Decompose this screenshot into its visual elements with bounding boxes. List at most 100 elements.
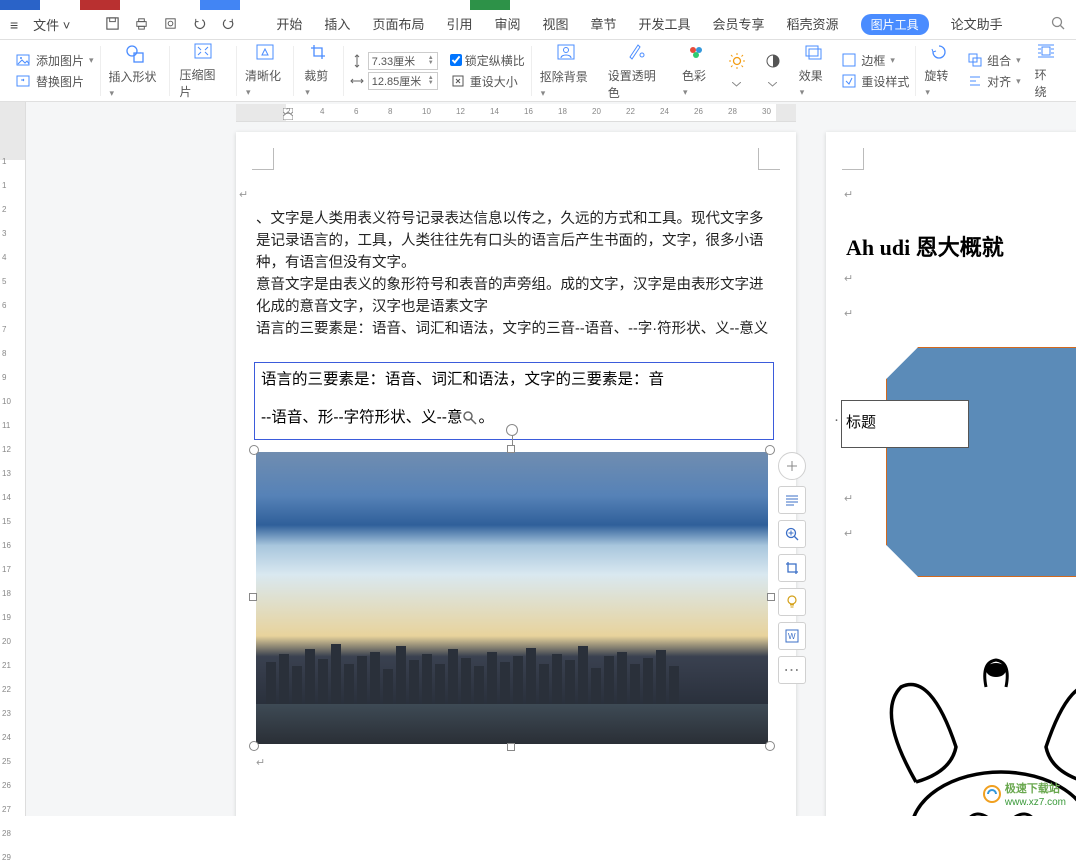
document-tabs[interactable] — [0, 0, 1076, 10]
idea-button[interactable] — [778, 588, 806, 616]
rotate-icon — [929, 43, 949, 64]
tab-chapter[interactable]: 章节 — [591, 14, 617, 35]
tab-view[interactable]: 视图 — [542, 14, 568, 35]
reset-size-icon — [450, 73, 466, 89]
tab-resource[interactable]: 稻壳资源 — [787, 14, 839, 35]
page-2[interactable]: ↵ Ah udi 恩大概就 ↵ ↵ 标题 ↵ ↵ — [826, 132, 1076, 816]
wrap-options-button[interactable] — [778, 486, 806, 514]
image-icon — [16, 52, 32, 68]
border-button[interactable]: 边框▾ — [841, 52, 909, 69]
doc-tab-3[interactable] — [200, 0, 240, 10]
color-button[interactable]: 色彩▾ — [674, 43, 719, 98]
paragraph-mark: ↵ — [844, 527, 853, 540]
height-input[interactable]: 7.33厘米▲▼ — [368, 52, 438, 70]
tab-picture-tools[interactable]: 图片工具 — [861, 14, 929, 35]
document-area[interactable]: 24681012141618202224262830 ↵ 、文字是人类用表义符号… — [26, 102, 1076, 816]
redo-icon[interactable] — [221, 16, 236, 34]
undo-icon[interactable] — [192, 16, 207, 34]
shape-icon — [124, 43, 146, 65]
svg-text:W: W — [788, 632, 796, 641]
color-icon — [686, 43, 706, 64]
contrast-button[interactable] — [755, 52, 791, 90]
text-box[interactable]: 语言的三要素是：语音、词汇和语法，文字的三要素是：音 --语音、形--字符形状、… — [254, 362, 774, 440]
replace-image-button[interactable]: 替换图片 — [16, 73, 94, 90]
tab-reference[interactable]: 引用 — [446, 14, 472, 35]
horizontal-ruler[interactable]: 24681012141618202224262830 — [236, 104, 796, 122]
ribbon: 添加图片▾ 替换图片 插入形状▾ 压缩图片 清晰化▾ 裁剪▾ 7.33厘米▲▼ — [0, 40, 1076, 102]
doc-tab-1[interactable] — [0, 0, 40, 10]
paragraph-mark: ↵ — [844, 272, 853, 285]
hamburger-icon[interactable]: ≡ — [10, 17, 18, 33]
page-1[interactable]: ↵ 、文字是人类用表义符号记录表达信息以传之，久远的方式和工具。现代文字多是记录… — [236, 132, 796, 816]
watermark: 极速下载站 www.xz7.com — [983, 780, 1066, 808]
add-image-button[interactable]: 添加图片▾ — [16, 52, 94, 69]
paragraph-mark: ↵ — [844, 188, 853, 201]
insert-shape-button[interactable]: 插入形状▾ — [101, 43, 169, 99]
compress-button[interactable]: 压缩图片 — [176, 42, 230, 100]
width-icon — [350, 74, 364, 88]
resize-handle-bm[interactable] — [507, 743, 515, 751]
doc-tab-4[interactable] — [470, 0, 510, 10]
replace-icon — [16, 73, 32, 89]
paragraph-mark: ↵ — [844, 492, 853, 505]
page2-heading[interactable]: Ah udi 恩大概就 — [846, 230, 1004, 262]
magnifier-icon — [462, 410, 478, 426]
wrap-button[interactable]: 环绕 — [1027, 42, 1066, 100]
brightness-button[interactable] — [719, 52, 755, 90]
tab-devtools[interactable]: 开发工具 — [639, 14, 691, 35]
sun-icon — [727, 52, 747, 73]
compress-icon — [193, 42, 213, 63]
paragraph-mark: ↵ — [256, 756, 265, 769]
lock-ratio-checkbox[interactable]: 锁定纵横比 — [450, 52, 525, 69]
layout-options-button[interactable] — [778, 452, 806, 480]
transparent-icon — [626, 41, 648, 64]
wrap-icon — [1036, 42, 1056, 63]
tab-thesis[interactable]: 论文助手 — [951, 14, 1003, 35]
zoom-button[interactable] — [778, 520, 806, 548]
print-preview-icon[interactable] — [163, 16, 178, 34]
reset-style-icon — [841, 73, 857, 89]
set-transparent-button[interactable]: 设置透明色 — [600, 41, 674, 101]
print-icon[interactable] — [134, 16, 149, 34]
crop-button[interactable]: 裁剪▾ — [300, 43, 336, 98]
paragraph-mark: ↵ — [844, 307, 853, 320]
watermark-logo — [983, 785, 1001, 803]
more-button[interactable]: ⋯ — [778, 656, 806, 684]
contrast-icon — [763, 52, 783, 73]
search-icon[interactable] — [1050, 18, 1066, 35]
reset-style-button[interactable]: 重设样式 — [841, 73, 909, 90]
file-menu[interactable]: 文件 ˅ — [33, 15, 70, 34]
tab-review[interactable]: 审阅 — [494, 14, 520, 35]
doc-tab-2[interactable] — [80, 0, 120, 10]
remove-bg-icon — [555, 42, 577, 65]
height-icon — [350, 54, 364, 68]
sharpen-button[interactable]: 清晰化▾ — [237, 43, 293, 98]
workspace: 1123456789101112131415161718192021222324… — [0, 102, 1076, 816]
tab-layout[interactable]: 页面布局 — [372, 14, 424, 35]
blue-shape[interactable] — [886, 347, 1076, 577]
tab-member[interactable]: 会员专享 — [713, 14, 765, 35]
menubar: ≡ 文件 ˅ 开始 插入 页面布局 引用 审阅 视图 章节 开发工具 会员专享 … — [0, 10, 1076, 40]
mini-textbox[interactable]: 标题 — [841, 400, 969, 448]
rotate-button[interactable]: 旋转▾ — [916, 43, 961, 98]
effect-button[interactable]: 效果▾ — [791, 43, 836, 98]
selected-image[interactable] — [256, 452, 768, 744]
resize-handle-mr[interactable] — [767, 593, 775, 601]
convert-button[interactable]: W — [778, 622, 806, 650]
vertical-ruler[interactable]: 1123456789101112131415161718192021222324… — [0, 102, 26, 816]
align-button[interactable]: 对齐▾ — [967, 73, 1021, 90]
width-input[interactable]: 12.85厘米▲▼ — [368, 72, 438, 90]
contrast-dd — [768, 76, 777, 90]
body-text[interactable]: 、文字是人类用表义符号记录表达信息以传之，久远的方式和工具。现代文字多是记录语言… — [256, 208, 776, 340]
save-icon[interactable] — [105, 16, 120, 34]
crop-button-float[interactable] — [778, 554, 806, 582]
brightness-dd — [732, 76, 741, 90]
tab-insert[interactable]: 插入 — [324, 14, 350, 35]
combine-button[interactable]: 组合▾ — [967, 52, 1021, 69]
tab-start[interactable]: 开始 — [276, 14, 302, 35]
reset-size-button[interactable]: 重设大小 — [450, 73, 525, 90]
combine-icon — [967, 52, 983, 68]
crop-icon — [309, 43, 329, 64]
remove-bg-button[interactable]: 抠除背景▾ — [532, 42, 600, 99]
align-icon — [967, 73, 983, 89]
